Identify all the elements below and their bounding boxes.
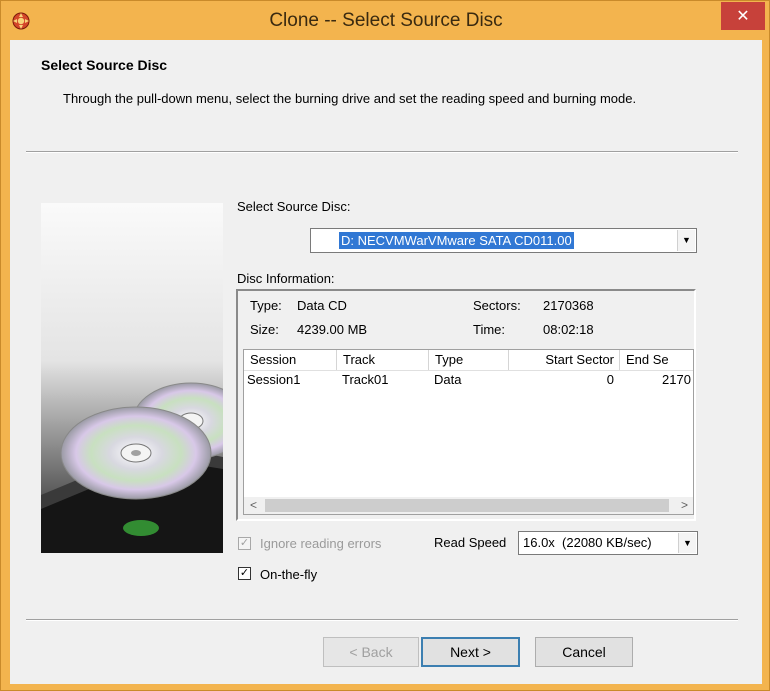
- type-label: Type:: [250, 298, 282, 313]
- ignore-errors-label: Ignore reading errors: [260, 536, 382, 551]
- horizontal-scrollbar[interactable]: < >: [244, 497, 693, 514]
- cell-track: Track01: [342, 372, 389, 387]
- next-button[interactable]: Next >: [421, 637, 520, 667]
- track-list-header: Session Track Type Start Sector End Se: [244, 350, 693, 371]
- cell-type: Data: [434, 372, 462, 387]
- chevron-down-icon[interactable]: ▼: [677, 230, 695, 251]
- column-track[interactable]: Track: [337, 350, 429, 370]
- track-list[interactable]: Session Track Type Start Sector End Se S…: [243, 349, 694, 515]
- on-the-fly-checkbox[interactable]: ✓: [238, 567, 251, 580]
- disc-info-label: Disc Information:: [237, 271, 335, 286]
- page-title: Select Source Disc: [41, 57, 168, 73]
- close-icon: ✕: [736, 6, 750, 25]
- disc-drive-illustration: [41, 203, 223, 553]
- back-button[interactable]: < Back: [323, 637, 419, 667]
- source-disc-dropdown[interactable]: D: NECVMWarVMware SATA CD011.00 ▼: [310, 228, 697, 253]
- wizard-header: Select Source Disc Through the pull-down…: [10, 40, 762, 187]
- window-title: Clone -- Select Source Disc: [269, 10, 503, 31]
- page-description: Through the pull-down menu, select the b…: [63, 91, 637, 106]
- ignore-errors-checkbox[interactable]: ✓: [238, 537, 251, 550]
- column-start-sector[interactable]: Start Sector: [509, 350, 620, 370]
- source-disc-selected: D: NECVMWarVMware SATA CD011.00: [339, 232, 574, 249]
- scroll-right-icon[interactable]: >: [676, 497, 693, 514]
- disc-info-panel: Type: Data CD Sectors: 2170368 Size: 423…: [236, 289, 696, 521]
- scrollbar-thumb[interactable]: [265, 499, 669, 512]
- column-end-sector[interactable]: End Se: [620, 350, 693, 370]
- header-divider: [26, 151, 738, 153]
- column-type[interactable]: Type: [429, 350, 509, 370]
- size-label: Size:: [250, 322, 279, 337]
- read-speed-value: 16.0x (22080 KB/sec): [523, 535, 652, 550]
- close-button[interactable]: ✕: [721, 2, 765, 30]
- size-value: 4239.00 MB: [297, 322, 368, 337]
- read-speed-label: Read Speed: [434, 535, 507, 550]
- cell-end-sector: 2170: [662, 372, 691, 387]
- source-disc-label: Select Source Disc:: [237, 199, 351, 214]
- type-value: Data CD: [297, 298, 347, 313]
- cell-session: Session1: [247, 372, 301, 387]
- footer-divider: [26, 619, 738, 621]
- cancel-button[interactable]: Cancel: [535, 637, 633, 667]
- time-value: 08:02:18: [543, 322, 594, 337]
- on-the-fly-label: On-the-fly: [260, 567, 318, 582]
- cell-start-sector: 0: [606, 372, 614, 387]
- scroll-left-icon[interactable]: <: [245, 497, 262, 514]
- time-label: Time:: [473, 322, 506, 337]
- chevron-down-icon[interactable]: ▼: [678, 533, 696, 553]
- dialog-client: Select Source Disc Through the pull-down…: [10, 40, 762, 684]
- window-frame: Clone -- Select Source Disc ✕ Select Sou…: [0, 0, 770, 691]
- column-session[interactable]: Session: [244, 350, 337, 370]
- title-bar[interactable]: Clone -- Select Source Disc ✕: [1, 1, 770, 41]
- read-speed-dropdown[interactable]: 16.0x (22080 KB/sec) ▼: [518, 531, 698, 555]
- sectors-label: Sectors:: [473, 298, 521, 313]
- sectors-value: 2170368: [543, 298, 594, 313]
